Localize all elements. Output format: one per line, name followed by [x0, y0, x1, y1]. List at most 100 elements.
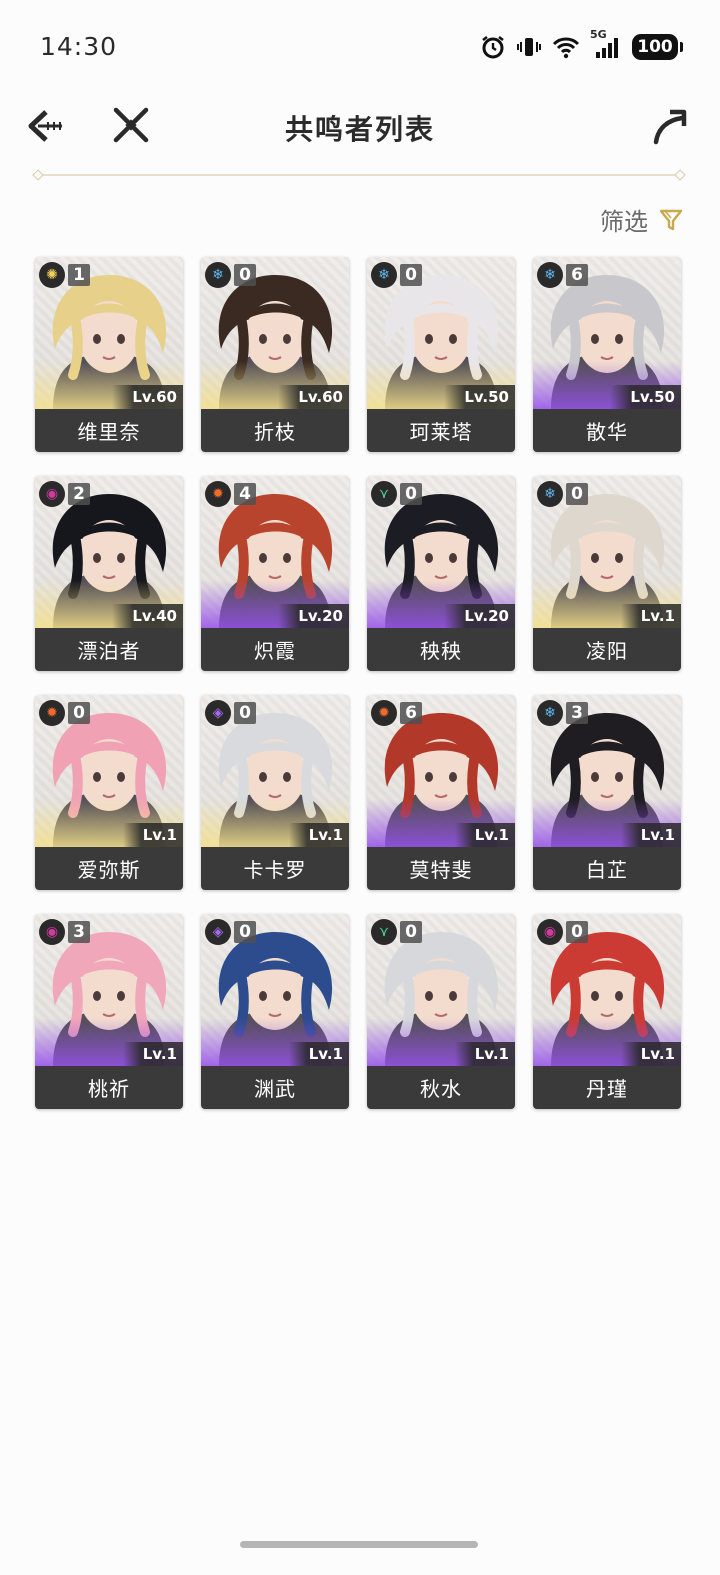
- vibrate-icon: [516, 34, 542, 60]
- character-portrait: ✹ 6 Lv.1: [367, 695, 515, 847]
- character-card[interactable]: ◉ 2 Lv.40 漂泊者: [35, 476, 183, 671]
- character-card[interactable]: ◈ 0 Lv.1 卡卡罗: [201, 695, 349, 890]
- character-card[interactable]: ✺ 1 Lv.60 维里奈: [35, 257, 183, 452]
- header-divider: [32, 169, 686, 181]
- level-badge: Lv.1: [288, 823, 349, 847]
- character-name: 秋水: [367, 1066, 515, 1109]
- resonance-rank-badge: 1: [68, 264, 90, 286]
- character-portrait: ❄ 0 Lv.60: [201, 257, 349, 409]
- resonance-rank-badge: 0: [234, 702, 256, 724]
- character-portrait: ◉ 3 Lv.1: [35, 914, 183, 1066]
- character-portrait: ◉ 2 Lv.40: [35, 476, 183, 628]
- resonance-rank-badge: 4: [234, 483, 256, 505]
- level-badge: Lv.1: [454, 823, 515, 847]
- level-badge: Lv.1: [620, 823, 681, 847]
- spectro-icon: ✺: [39, 262, 65, 288]
- aero-icon: ⋎: [371, 919, 397, 945]
- character-portrait: ❄ 6 Lv.50: [533, 257, 681, 409]
- network-type: 5G: [590, 28, 607, 41]
- resonance-rank-badge: 0: [400, 483, 422, 505]
- character-card[interactable]: ❄ 3 Lv.1 白芷: [533, 695, 681, 890]
- character-portrait: ✹ 4 Lv.20: [201, 476, 349, 628]
- character-card[interactable]: ⋎ 0 Lv.20 秧秧: [367, 476, 515, 671]
- character-card[interactable]: ❄ 0 Lv.50 珂莱塔: [367, 257, 515, 452]
- home-indicator[interactable]: [240, 1541, 478, 1548]
- resonance-rank-badge: 0: [234, 264, 256, 286]
- resonance-rank-badge: 3: [68, 921, 90, 943]
- character-name: 折枝: [201, 409, 349, 452]
- level-badge: Lv.50: [444, 385, 515, 409]
- fusion-icon: ✹: [371, 700, 397, 726]
- character-card[interactable]: ❄ 0 Lv.60 折枝: [201, 257, 349, 452]
- character-name: 维里奈: [35, 409, 183, 452]
- character-name: 莫特斐: [367, 847, 515, 890]
- character-name: 桃祈: [35, 1066, 183, 1109]
- resonance-rank-badge: 6: [566, 264, 588, 286]
- resonance-rank-badge: 0: [566, 483, 588, 505]
- level-badge: Lv.1: [620, 1042, 681, 1066]
- character-portrait: ✺ 1 Lv.60: [35, 257, 183, 409]
- character-portrait: ❄ 0 Lv.1: [533, 476, 681, 628]
- character-portrait: ◉ 0 Lv.1: [533, 914, 681, 1066]
- resonance-rank-badge: 0: [400, 921, 422, 943]
- glacio-icon: ❄: [537, 481, 563, 507]
- character-card[interactable]: ◉ 3 Lv.1 桃祈: [35, 914, 183, 1109]
- level-badge: Lv.20: [278, 604, 349, 628]
- resonance-rank-badge: 0: [400, 264, 422, 286]
- character-card[interactable]: ❄ 6 Lv.50 散华: [533, 257, 681, 452]
- resonance-rank-badge: 0: [566, 921, 588, 943]
- battery-indicator: 100: [632, 34, 683, 60]
- electro-icon: ◈: [205, 700, 231, 726]
- havoc-icon: ◉: [39, 919, 65, 945]
- share-arrow-icon: [653, 109, 687, 145]
- character-portrait: ✹ 0 Lv.1: [35, 695, 183, 847]
- character-name: 珂莱塔: [367, 409, 515, 452]
- level-badge: Lv.1: [122, 1042, 183, 1066]
- character-name: 散华: [533, 409, 681, 452]
- header: 共鸣者列表: [0, 96, 720, 166]
- glacio-icon: ❄: [537, 700, 563, 726]
- level-badge: Lv.1: [288, 1042, 349, 1066]
- character-name: 凌阳: [533, 628, 681, 671]
- level-badge: Lv.1: [454, 1042, 515, 1066]
- character-grid: ✺ 1 Lv.60 维里奈 ❄ 0 Lv.60 折枝 ❄ 0 Lv.50 珂莱塔…: [35, 257, 685, 1109]
- character-portrait: ⋎ 0 Lv.20: [367, 476, 515, 628]
- character-card[interactable]: ✹ 6 Lv.1 莫特斐: [367, 695, 515, 890]
- resonance-rank-badge: 0: [68, 702, 90, 724]
- resonance-rank-badge: 2: [68, 483, 90, 505]
- character-name: 炽霞: [201, 628, 349, 671]
- character-portrait: ❄ 3 Lv.1: [533, 695, 681, 847]
- fusion-icon: ✹: [205, 481, 231, 507]
- character-portrait: ◈ 0 Lv.1: [201, 695, 349, 847]
- character-name: 渊武: [201, 1066, 349, 1109]
- level-badge: Lv.60: [278, 385, 349, 409]
- aero-icon: ⋎: [371, 481, 397, 507]
- status-icons: 5G 100: [480, 28, 683, 60]
- share-button[interactable]: [650, 106, 690, 146]
- fusion-icon: ✹: [39, 700, 65, 726]
- level-badge: Lv.60: [112, 385, 183, 409]
- glacio-icon: ❄: [371, 262, 397, 288]
- electro-icon: ◈: [205, 919, 231, 945]
- filter-button[interactable]: 筛选: [600, 202, 684, 237]
- level-badge: Lv.20: [444, 604, 515, 628]
- character-portrait: ◈ 0 Lv.1: [201, 914, 349, 1066]
- character-card[interactable]: ◈ 0 Lv.1 渊武: [201, 914, 349, 1109]
- character-card[interactable]: ❄ 0 Lv.1 凌阳: [533, 476, 681, 671]
- character-name: 卡卡罗: [201, 847, 349, 890]
- character-card[interactable]: ✹ 4 Lv.20 炽霞: [201, 476, 349, 671]
- havoc-icon: ◉: [39, 481, 65, 507]
- havoc-icon: ◉: [537, 919, 563, 945]
- character-card[interactable]: ◉ 0 Lv.1 丹瑾: [533, 914, 681, 1109]
- level-badge: Lv.40: [112, 604, 183, 628]
- glacio-icon: ❄: [205, 262, 231, 288]
- filter-icon: [659, 209, 683, 230]
- character-portrait: ❄ 0 Lv.50: [367, 257, 515, 409]
- character-card[interactable]: ⋎ 0 Lv.1 秋水: [367, 914, 515, 1109]
- character-name: 漂泊者: [35, 628, 183, 671]
- resonance-rank-badge: 6: [400, 702, 422, 724]
- alarm-icon: [480, 34, 506, 60]
- glacio-icon: ❄: [537, 262, 563, 288]
- character-card[interactable]: ✹ 0 Lv.1 爱弥斯: [35, 695, 183, 890]
- cellular-signal-icon: 5G: [590, 28, 622, 60]
